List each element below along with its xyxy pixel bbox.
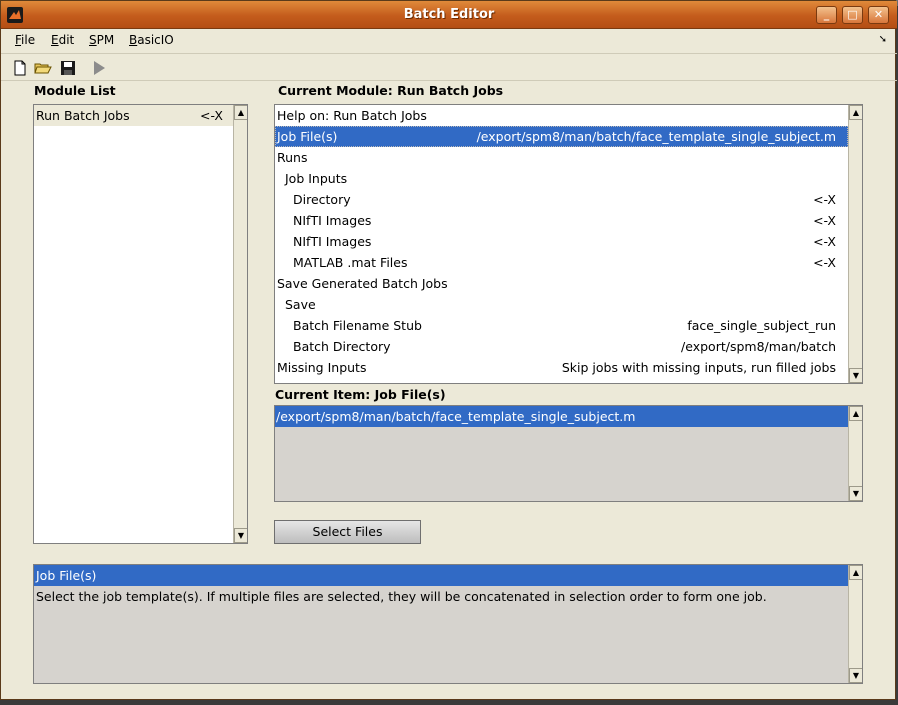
dock-arrow-icon[interactable]: ➘ <box>879 34 887 45</box>
module-row-label: MATLAB .mat Files <box>293 255 408 270</box>
module-row-label: Help on: Run Batch Jobs <box>277 108 427 123</box>
module-row-label: Runs <box>277 150 308 165</box>
module-row[interactable]: Runs <box>275 147 848 168</box>
module-row-label: Batch Directory <box>293 339 391 354</box>
module-row-value: <-X <box>813 213 836 228</box>
module-row-label: Job Inputs <box>285 171 348 186</box>
scroll-up-icon[interactable]: ▲ <box>849 105 862 120</box>
scroll-down-icon[interactable]: ▼ <box>234 528 247 543</box>
save-icon[interactable] <box>58 58 78 78</box>
new-file-icon[interactable] <box>10 58 30 78</box>
module-row[interactable]: MATLAB .mat Files <-X <box>275 252 848 273</box>
module-row[interactable]: Job File(s) /export/spm8/man/batch/face_t… <box>275 126 848 147</box>
module-row[interactable]: Batch Directory/export/spm8/man/batch <box>275 336 848 357</box>
scroll-up-icon[interactable]: ▲ <box>849 565 862 580</box>
module-list-scrollbar[interactable]: ▲ ▼ <box>233 105 247 543</box>
run-icon[interactable] <box>89 58 109 78</box>
help-text: Select the job template(s). If multiple … <box>36 589 767 604</box>
minimize-icon[interactable]: _ <box>816 6 837 24</box>
module-row-label: Directory <box>293 192 351 207</box>
current-module-heading: Current Module: Run Batch Jobs <box>278 83 504 98</box>
module-row-value: face_single_subject_run <box>687 318 836 333</box>
window-title: Batch Editor <box>403 7 495 22</box>
module-row-value: <-X <box>813 234 836 249</box>
help-panel[interactable]: Job File(s) Select the job template(s). … <box>33 564 863 684</box>
module-row[interactable]: Help on: Run Batch Jobs <box>275 105 848 126</box>
module-row[interactable]: Job Inputs <box>275 168 848 189</box>
open-folder-icon[interactable] <box>33 58 53 78</box>
current-module-scrollbar[interactable]: ▲ ▼ <box>848 105 862 383</box>
help-scrollbar[interactable]: ▲ ▼ <box>848 565 862 683</box>
current-item-scrollbar[interactable]: ▲ ▼ <box>848 406 862 501</box>
scroll-down-icon[interactable]: ▼ <box>849 368 862 383</box>
module-row[interactable]: Directory <-X <box>275 189 848 210</box>
module-row-label: Missing Inputs <box>277 360 367 375</box>
maximize-icon[interactable]: □ <box>842 6 863 24</box>
batch-editor-window: Batch Editor _ □ ✕ File Edit SPM BasicIO… <box>0 0 897 700</box>
toolbar <box>1 53 897 81</box>
module-row[interactable]: Save <box>275 294 848 315</box>
module-row[interactable]: NIfTI Images <-X <box>275 231 848 252</box>
module-list-item[interactable]: Run Batch Jobs <-X <box>34 105 233 126</box>
module-row[interactable]: Save Generated Batch Jobs <box>275 273 848 294</box>
module-row-label: NIfTI Images <box>293 213 372 228</box>
module-row-label: Save Generated Batch Jobs <box>277 276 448 291</box>
menu-basicio[interactable]: BasicIO <box>129 33 174 47</box>
module-row-label: Save <box>285 297 316 312</box>
menu-edit[interactable]: Edit <box>51 33 74 47</box>
title-bar[interactable]: Batch Editor _ □ ✕ <box>1 1 897 29</box>
module-row[interactable]: Missing Inputs Skip jobs with missing inp… <box>275 357 848 378</box>
current-item-list[interactable]: /export/spm8/man/batch/face_template_sin… <box>274 405 863 502</box>
module-row-value: <-X <box>813 255 836 270</box>
module-row-value: Skip jobs with missing inputs, run fille… <box>561 360 836 375</box>
module-list-heading: Module List <box>34 83 116 98</box>
module-row-label: Job File(s) <box>277 129 338 144</box>
menu-spm[interactable]: SPM <box>89 33 114 47</box>
scroll-down-icon[interactable]: ▼ <box>849 668 862 683</box>
menu-file[interactable]: File <box>15 33 35 47</box>
list-item[interactable]: /export/spm8/man/batch/face_template_sin… <box>275 406 848 427</box>
module-row[interactable]: NIfTI Images <-X <box>275 210 848 231</box>
module-row[interactable]: Batch Filename Stub face_single_subject_r… <box>275 315 848 336</box>
module-row-value: <-X <box>813 192 836 207</box>
close-icon[interactable]: ✕ <box>868 6 889 24</box>
menu-bar: File Edit SPM BasicIO ➘ <box>1 30 897 52</box>
module-row-value: /export/spm8/man/batch/face_template_sin… <box>476 129 836 144</box>
help-title: Job File(s) <box>34 565 848 586</box>
module-row-label: NIfTI Images <box>293 234 372 249</box>
current-item-heading: Current Item: Job File(s) <box>275 387 446 402</box>
select-files-button[interactable]: Select Files <box>274 520 421 544</box>
module-list[interactable]: Run Batch Jobs <-X ▲ ▼ <box>33 104 248 544</box>
module-row-label: Batch Filename Stub <box>293 318 422 333</box>
scroll-up-icon[interactable]: ▲ <box>234 105 247 120</box>
scroll-down-icon[interactable]: ▼ <box>849 486 862 501</box>
current-module-list[interactable]: Help on: Run Batch Jobs Job File(s) /expor… <box>274 104 863 384</box>
scroll-up-icon[interactable]: ▲ <box>849 406 862 421</box>
module-row-value: /export/spm8/man/batch <box>681 339 836 354</box>
